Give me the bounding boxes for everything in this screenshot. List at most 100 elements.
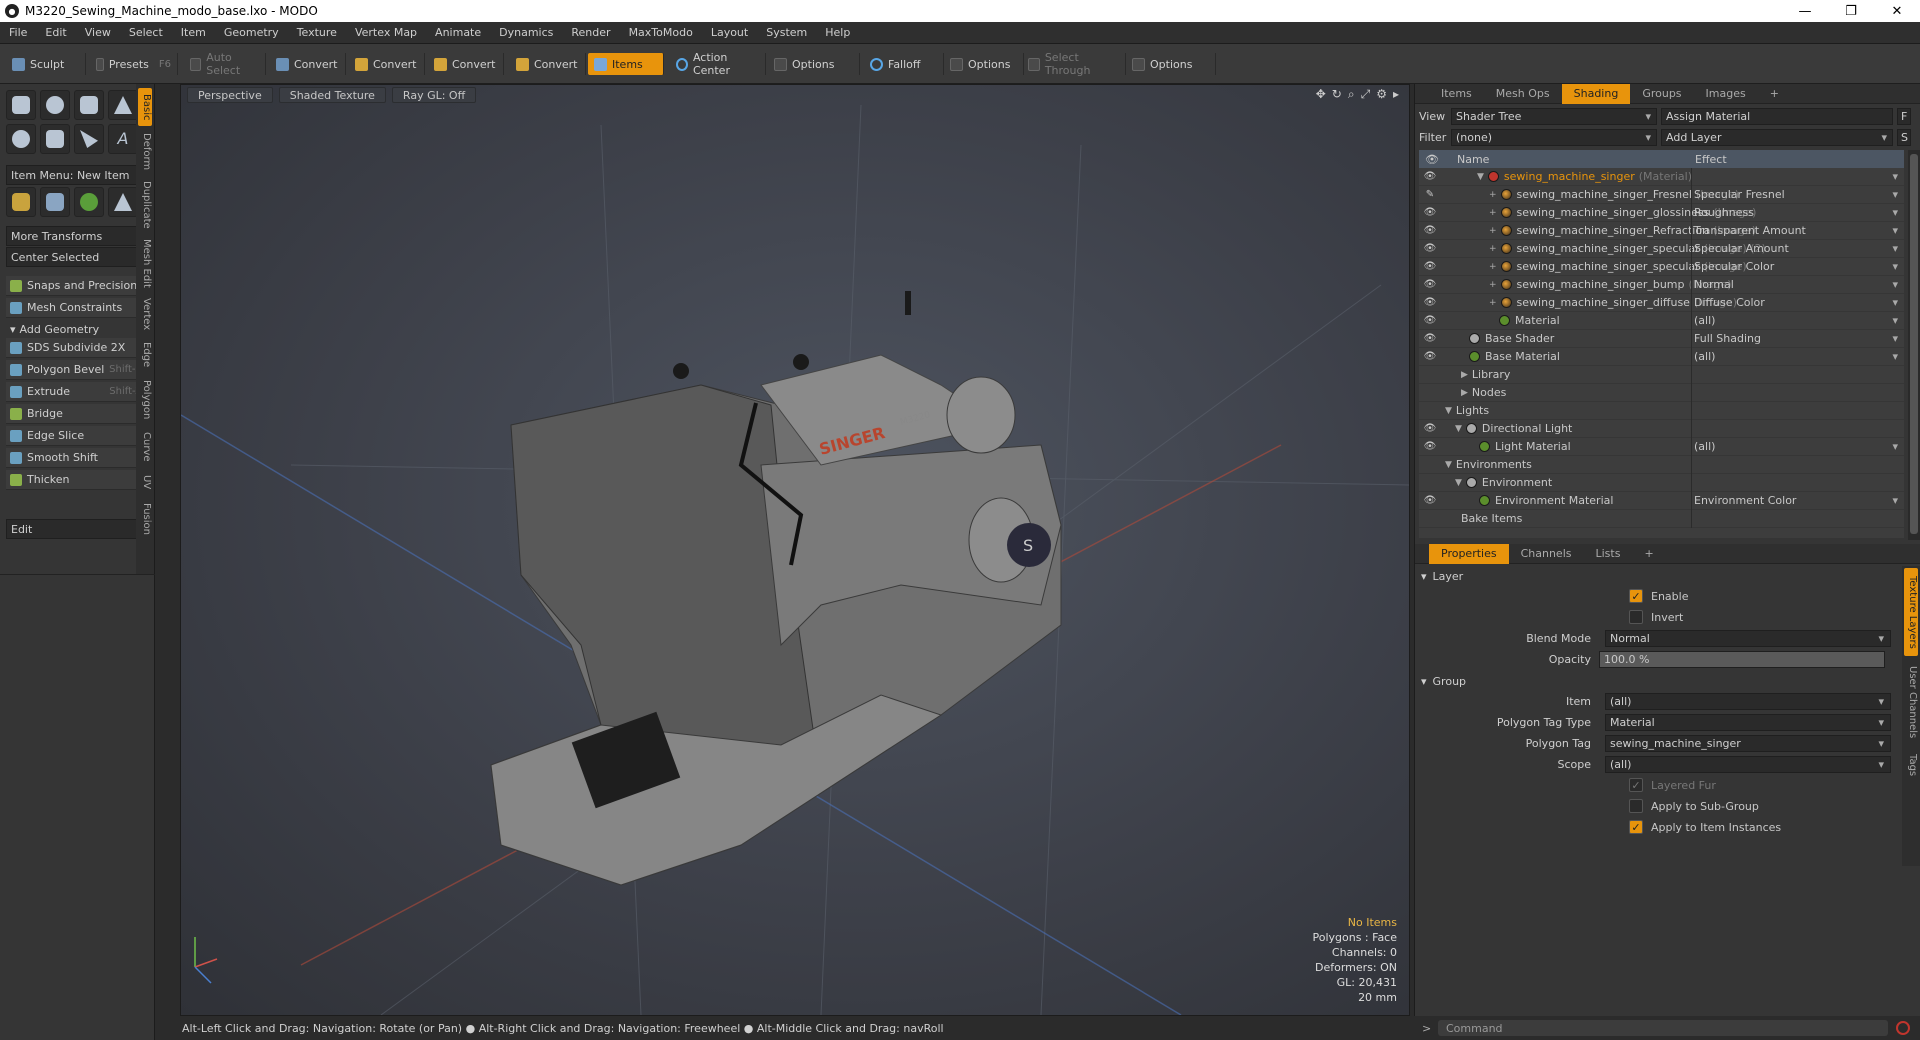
visibility-toggle-icon[interactable]	[1423, 370, 1437, 380]
bridge-button[interactable]: Bridge	[6, 404, 148, 424]
visibility-toggle-icon[interactable]: 👁	[1423, 297, 1437, 308]
tab-properties[interactable]: Properties	[1429, 543, 1509, 564]
menu-layout[interactable]: Layout	[702, 26, 757, 39]
expand-arrow-icon[interactable]: ▼	[1455, 478, 1462, 488]
expand-arrow-icon[interactable]: +	[1489, 262, 1497, 272]
tab-polygon[interactable]: Polygon	[138, 376, 152, 424]
capsule-tool-button[interactable]	[40, 124, 70, 154]
expand-arrow-icon[interactable]: ▶	[1461, 388, 1468, 398]
shader-tree-row[interactable]: ▼ Environments	[1419, 455, 1904, 474]
shader-tree-row[interactable]: 👁 Environment Material Environment Color	[1419, 491, 1904, 510]
shader-tree-row[interactable]: ▼ Lights	[1419, 401, 1904, 420]
shader-tree-row[interactable]: 👁 + sewing_machine_singer_specular (Image) S…	[1419, 257, 1904, 276]
view-dropdown[interactable]: Shader Tree	[1451, 107, 1657, 125]
item-dropdown[interactable]: (all)	[1605, 692, 1891, 710]
options-button-3[interactable]: Options	[1126, 53, 1216, 75]
shader-tree-scrollbar[interactable]	[1908, 150, 1920, 540]
visibility-toggle-icon[interactable]: 👁	[1423, 225, 1437, 236]
smooth-shift-button[interactable]: Smooth Shift	[6, 448, 148, 468]
3d-viewport[interactable]: Perspective Shaded Texture Ray GL: Off ✥…	[180, 84, 1410, 1016]
command-input[interactable]: Command	[1438, 1020, 1888, 1036]
polygon-bevel-button[interactable]: Polygon Bevel Shift-B	[6, 360, 148, 380]
tab-vertex[interactable]: Vertex	[138, 294, 152, 334]
visibility-toggle-icon[interactable]	[1423, 460, 1437, 470]
expand-arrow-icon[interactable]: ▼	[1445, 460, 1452, 470]
visibility-toggle-icon[interactable]: 👁	[1423, 243, 1437, 254]
sds-subdivide-button[interactable]: SDS Subdivide 2X	[6, 338, 148, 358]
add-properties-tab-button[interactable]: +	[1632, 544, 1665, 564]
shader-tree-row[interactable]: ▶ Nodes	[1419, 383, 1904, 402]
tab-fusion[interactable]: Fusion	[138, 498, 152, 540]
rotate-tool-button[interactable]	[40, 187, 70, 217]
sphere-tool-button[interactable]	[40, 90, 70, 120]
menu-render[interactable]: Render	[562, 26, 619, 39]
sculpt-button[interactable]: Sculpt	[6, 53, 86, 75]
convert-edge-button[interactable]: Convert	[349, 53, 425, 75]
opacity-slider[interactable]: 100.0 %	[1599, 650, 1885, 668]
visibility-toggle-icon[interactable]	[1423, 388, 1437, 398]
expand-arrow-icon[interactable]: +	[1489, 190, 1497, 200]
tab-curve[interactable]: Curve	[138, 428, 152, 466]
shader-tree-row[interactable]: 👁 Light Material (all)	[1419, 437, 1904, 456]
visibility-toggle-icon[interactable]: ✎	[1423, 189, 1437, 200]
visibility-toggle-icon[interactable]: 👁	[1423, 423, 1437, 434]
scope-dropdown[interactable]: (all)	[1605, 755, 1891, 773]
tab-shading[interactable]: Shading	[1561, 83, 1631, 104]
visibility-toggle-icon[interactable]: 👁	[1423, 171, 1437, 182]
snaps-precision-button[interactable]: Snaps and Precision	[6, 276, 148, 296]
expand-arrow-icon[interactable]: +	[1489, 298, 1497, 308]
select-through-button[interactable]: Select Through	[1022, 51, 1126, 77]
effect-dropdown[interactable]: Normal	[1691, 275, 1904, 294]
add-layer-dropdown[interactable]: Add Layer	[1661, 128, 1893, 146]
item-menu-dropdown[interactable]: Item Menu: New Item	[6, 165, 148, 185]
tab-deform[interactable]: Deform	[138, 130, 152, 174]
menu-vertex-map[interactable]: Vertex Map	[346, 26, 426, 39]
name-column[interactable]: Name	[1457, 153, 1489, 166]
tab-groups[interactable]: Groups	[1630, 84, 1693, 104]
shader-tree-row[interactable]: 👁 Material (all)	[1419, 311, 1904, 330]
tab-uv[interactable]: UV	[138, 470, 152, 494]
visibility-toggle-icon[interactable]: 👁	[1423, 207, 1437, 218]
options-button-1[interactable]: Options	[768, 53, 860, 75]
layer-section-header[interactable]: ▾ Layer	[1421, 567, 1463, 585]
apply-item-instances-checkbox[interactable]: ✓	[1629, 820, 1643, 834]
shader-tree-row[interactable]: ✎ + sewing_machine_singer_Fresnel (Image) Sp…	[1419, 185, 1904, 204]
expand-arrow-icon[interactable]: ▼	[1477, 172, 1484, 182]
layered-fur-checkbox[interactable]: ✓	[1629, 778, 1643, 792]
convert-polygon-button[interactable]: Convert	[428, 53, 504, 75]
tab-edge[interactable]: Edge	[138, 338, 152, 372]
visibility-toggle-icon[interactable]	[1423, 478, 1437, 488]
expand-arrow-icon[interactable]: +	[1489, 226, 1497, 236]
convert-vertex-button[interactable]: Convert	[270, 53, 346, 75]
effect-dropdown[interactable]: (all)	[1691, 437, 1904, 456]
shader-tree-row[interactable]: 👁 + sewing_machine_singer_Refraction (Image…	[1419, 221, 1904, 240]
tab-channels[interactable]: Channels	[1509, 544, 1584, 564]
scale-tool-button[interactable]	[74, 187, 104, 217]
effect-dropdown[interactable]: Transparent Amount	[1691, 221, 1904, 240]
menu-texture[interactable]: Texture	[288, 26, 346, 39]
menu-item[interactable]: Item	[172, 26, 215, 39]
menu-maxtomodo[interactable]: MaxToModo	[620, 26, 702, 39]
expand-arrow-icon[interactable]: +	[1489, 208, 1497, 218]
shader-tree-row[interactable]: 👁 + sewing_machine_singer_diffuse (Image) Di…	[1419, 293, 1904, 312]
tab-lists[interactable]: Lists	[1584, 544, 1633, 564]
transform-tool-button[interactable]	[108, 187, 138, 217]
add-tab-button[interactable]: +	[1758, 84, 1791, 104]
presets-button[interactable]: Presets F6	[90, 53, 178, 75]
tab-mesh-ops[interactable]: Mesh Ops	[1484, 84, 1562, 104]
cone-tool-button[interactable]	[108, 90, 138, 120]
record-macro-icon[interactable]	[1896, 1021, 1910, 1035]
shader-tree-row[interactable]: 👁 + sewing_machine_singer_bump (Image) Norma…	[1419, 275, 1904, 294]
expand-arrow-icon[interactable]: ▶	[1461, 370, 1468, 380]
tab-user-channels[interactable]: User Channels	[1904, 662, 1918, 742]
filter-dropdown[interactable]: (none)	[1451, 128, 1657, 146]
f-button[interactable]: F	[1897, 107, 1911, 125]
expand-arrow-icon[interactable]: +	[1489, 244, 1497, 254]
options-button-2[interactable]: Options	[944, 53, 1024, 75]
add-geometry-header[interactable]: ▾ Add Geometry	[6, 320, 148, 338]
action-center-button[interactable]: Action Center	[670, 51, 766, 77]
auto-select-button[interactable]: Auto Select	[184, 51, 266, 77]
tab-texture-layers[interactable]: Texture Layers	[1904, 568, 1918, 656]
enable-checkbox[interactable]: ✓	[1629, 589, 1643, 603]
close-button[interactable]: ✕	[1874, 4, 1920, 19]
